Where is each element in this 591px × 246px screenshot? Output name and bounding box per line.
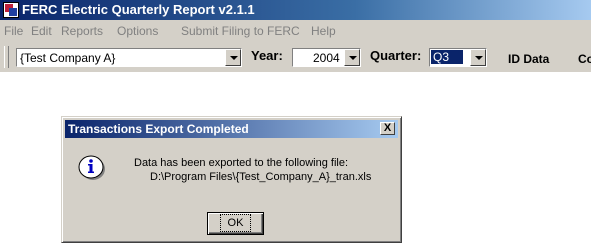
menu-options[interactable]: Options — [117, 24, 158, 38]
quarter-select[interactable]: Q3 — [429, 48, 487, 67]
menu-file[interactable]: File — [4, 24, 23, 38]
company-dropdown-icon[interactable] — [225, 49, 241, 66]
dialog-message-line1: Data has been exported to the following … — [134, 157, 349, 169]
menu-edit[interactable]: Edit — [31, 24, 52, 38]
menu-bar: File Edit Reports Options Submit Filing … — [0, 20, 591, 42]
menu-submit-filing[interactable]: Submit Filing to FERC — [181, 24, 300, 38]
company-select[interactable]: {Test Company A} — [16, 48, 242, 67]
information-icon — [78, 155, 105, 180]
year-value: 2004 — [313, 51, 340, 65]
quarter-label: Quarter: — [370, 48, 422, 63]
quarter-dropdown-icon[interactable] — [470, 49, 486, 66]
app-titlebar: FERC Electric Quarterly Report v2.1.1 — [0, 0, 591, 20]
app-title: FERC Electric Quarterly Report v2.1.1 — [22, 2, 255, 17]
dialog-title: Transactions Export Completed — [68, 122, 249, 136]
dialog-message-line2: D:\Program Files\{Test_Company_A}_tran.x… — [150, 171, 372, 183]
dialog-titlebar: Transactions Export Completed X — [65, 120, 398, 138]
app-logo-icon — [3, 2, 19, 18]
toolbar-grip[interactable] — [4, 46, 9, 68]
toolbar: {Test Company A} Year: 2004 Quarter: Q3 … — [0, 42, 591, 72]
menu-help[interactable]: Help — [311, 24, 336, 38]
ok-button-label: OK — [219, 214, 252, 232]
quarter-value: Q3 — [429, 49, 465, 65]
year-dropdown-icon[interactable] — [344, 49, 360, 66]
menu-reports[interactable]: Reports — [61, 24, 103, 38]
contracts-button[interactable]: Co — [578, 52, 591, 66]
export-completed-dialog: Transactions Export Completed X Data has… — [61, 116, 402, 243]
year-select[interactable]: 2004 — [292, 48, 361, 67]
company-value: {Test Company A} — [20, 51, 116, 65]
dialog-close-button[interactable]: X — [380, 122, 395, 135]
year-label: Year: — [251, 48, 283, 63]
ok-button[interactable]: OK — [207, 212, 264, 235]
id-data-button[interactable]: ID Data — [508, 52, 549, 66]
